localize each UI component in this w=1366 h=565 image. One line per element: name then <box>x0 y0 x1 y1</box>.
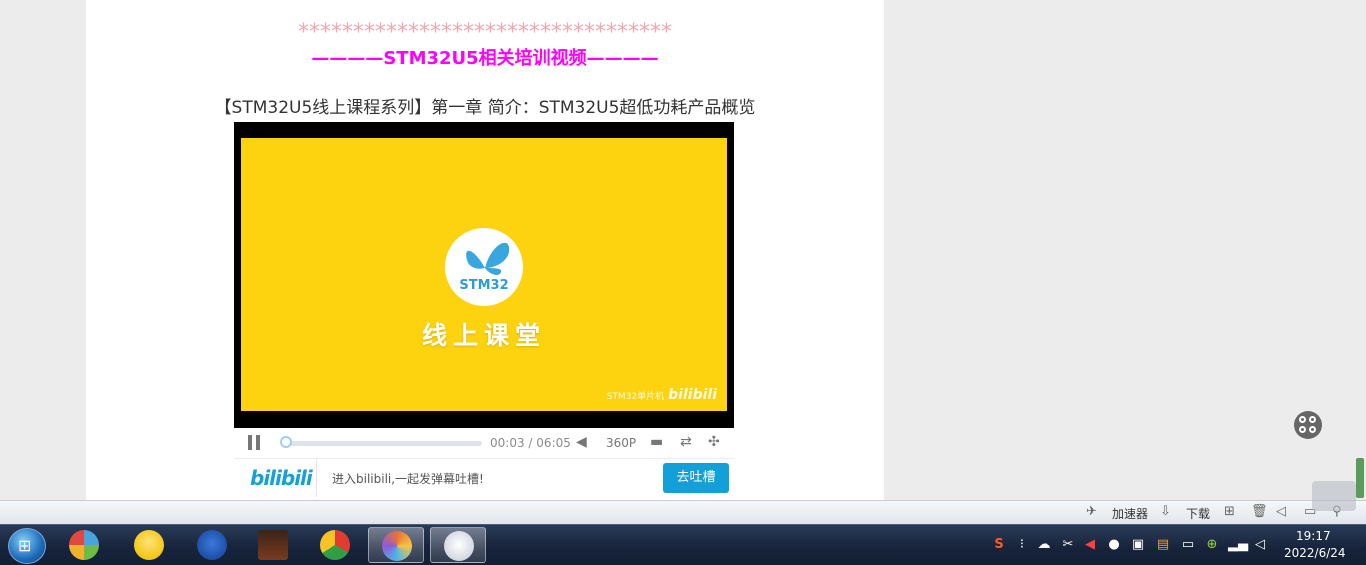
time-display: 00:03 / 06:05 <box>490 436 571 450</box>
zoom-icon[interactable]: ⊞ <box>1224 504 1235 519</box>
loop-icon[interactable]: ⇄ <box>680 434 692 450</box>
pinyin-icon[interactable]: ⁝ <box>1014 537 1030 553</box>
video-frame[interactable]: STM32 线上课堂 STM32单片机 bilibili <box>241 138 727 411</box>
browser-status-bar: ✈ 加速器 ⇩ 下载 ⊞ 🗑 ◁ ▭ ⚲ <box>0 500 1366 525</box>
fs-app-icon <box>197 530 227 560</box>
network-icon[interactable]: ▂▄ <box>1228 537 1248 553</box>
clock-date[interactable]: 2022/6/24 <box>1284 546 1346 560</box>
rocket-icon[interactable]: ✈ <box>1086 504 1097 519</box>
speaker-icon[interactable]: ◁ <box>1276 504 1286 519</box>
chat-app-icon <box>134 530 164 560</box>
sogou-input-icon[interactable]: S <box>991 537 1007 553</box>
settings-icon[interactable]: ✣ <box>708 434 720 450</box>
security-icon[interactable]: ⊕ <box>1204 537 1220 553</box>
scrollbar-thumb[interactable] <box>1356 458 1364 498</box>
progress-bar[interactable] <box>279 436 482 448</box>
volume-icon[interactable]: ◀ <box>576 434 587 450</box>
taskbar: ⊞ S ⁝ ☁ ✂ ◀ ● ▣ ▤ ▭ ⊕ ▂▄ ◁ 19:17 2022/6/… <box>0 524 1366 565</box>
overlay-widget[interactable] <box>1312 481 1356 511</box>
danmaku-toggle-icon[interactable]: ▬ <box>650 434 663 450</box>
alert-speaker-icon[interactable]: ◀ <box>1082 537 1098 553</box>
bilibili-logo[interactable]: bilibili <box>250 466 313 490</box>
danmaku-prompt[interactable]: 进入bilibili,一起发弹幕吐槽! <box>332 470 484 487</box>
penguin-icon[interactable]: ● <box>1106 537 1122 553</box>
taskbar-app-photo[interactable] <box>245 527 301 563</box>
tool-icon[interactable]: ✂ <box>1060 537 1076 553</box>
monitor-icon[interactable]: ▭ <box>1180 537 1196 553</box>
qq-app-icon <box>444 531 474 561</box>
quality-selector[interactable]: 360P <box>606 436 636 450</box>
video-title: 【STM32U5线上课程系列】第一章 简介：STM32U5超低功耗产品概览 <box>214 98 756 118</box>
star-divider: ********************************** <box>298 20 672 45</box>
video-watermark: STM32单片机 bilibili <box>607 387 717 403</box>
start-button[interactable]: ⊞ <box>8 528 46 564</box>
current-time: 00:03 <box>490 436 525 450</box>
watermark-channel: STM32单片机 <box>606 392 665 402</box>
taskbar-app-chat[interactable] <box>121 527 177 563</box>
time-separator: / <box>528 436 533 450</box>
taskbar-app-qq[interactable] <box>430 527 486 563</box>
progress-handle[interactable] <box>279 436 292 448</box>
folder-sync-icon[interactable]: ▤ <box>1155 537 1171 553</box>
danmaku-bar: bilibili 进入bilibili,一起发弹幕吐槽! 去吐槽 <box>234 458 734 497</box>
chrome-icon <box>320 530 350 560</box>
download-button[interactable]: 下载 <box>1186 505 1210 522</box>
course-title: 线上课堂 <box>421 321 546 350</box>
butterfly-icon <box>466 242 510 275</box>
player-controls: 00:03 / 06:05 ◀ 360P ▬ ⇄ ✣ <box>234 428 734 458</box>
taskbar-app-browser[interactable] <box>368 527 424 563</box>
windows-logo-icon: ⊞ <box>18 536 32 555</box>
logo-label: STM32 <box>459 278 509 293</box>
video-player[interactable]: STM32 线上课堂 STM32单片机 bilibili <box>234 122 734 428</box>
trash-icon[interactable]: 🗑 <box>1251 504 1268 519</box>
photo-app-icon <box>258 530 288 560</box>
stm32-logo: STM32 <box>445 228 523 306</box>
clock-time[interactable]: 19:17 <box>1296 529 1331 543</box>
download-icon[interactable]: ⇩ <box>1160 504 1171 519</box>
section-heading: ————STM32U5相关培训视频———— <box>311 48 659 69</box>
divider <box>316 459 317 497</box>
taskbar-app-fs[interactable] <box>184 527 240 563</box>
clipboard-icon[interactable]: ▣ <box>1130 537 1146 553</box>
media-app-icon <box>69 530 99 560</box>
floating-menu-button[interactable] <box>1294 411 1322 439</box>
taskbar-app-media[interactable] <box>56 527 112 563</box>
duration: 06:05 <box>536 436 571 450</box>
taskbar-app-chrome[interactable] <box>307 527 363 563</box>
volume-tray-icon[interactable]: ◁ <box>1252 537 1268 553</box>
browser-icon <box>382 531 412 561</box>
pause-button[interactable] <box>246 435 262 451</box>
watermark-brand: bilibili <box>668 387 717 403</box>
cloud-icon[interactable]: ☁ <box>1036 537 1052 553</box>
article-content: ********************************** ————S… <box>86 0 884 500</box>
danmaku-button[interactable]: 去吐槽 <box>663 463 729 493</box>
accelerator-button[interactable]: 加速器 <box>1112 505 1148 522</box>
